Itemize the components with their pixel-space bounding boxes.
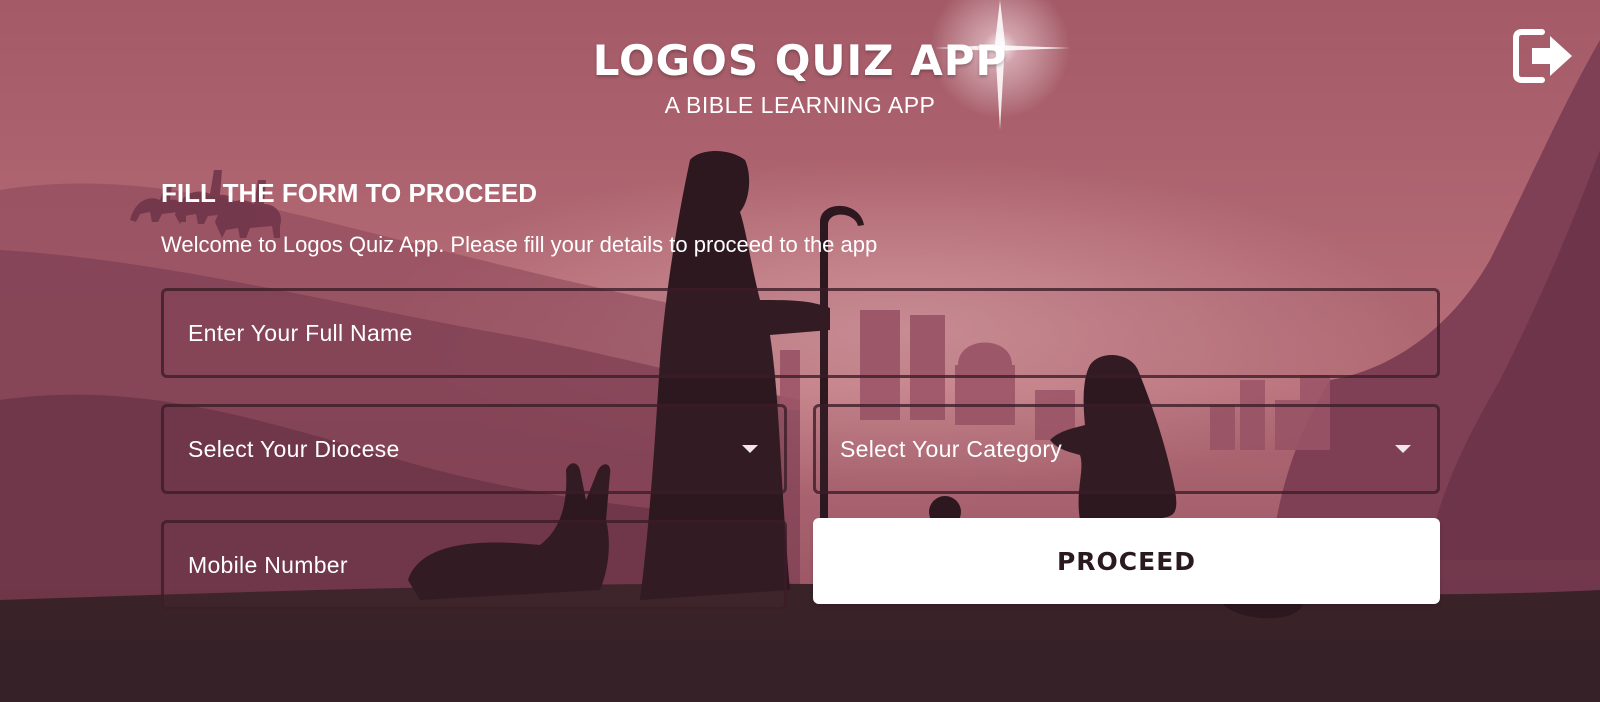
chevron-down-icon [742, 445, 758, 453]
logout-button[interactable] [1512, 26, 1576, 86]
diocese-placeholder: Select Your Diocese [188, 435, 400, 462]
chevron-down-icon [1395, 445, 1411, 453]
category-select[interactable]: Select Your Category [813, 404, 1440, 494]
logout-icon [1513, 29, 1572, 83]
app-title: LOGOS QUIZ APP [592, 36, 1008, 85]
login-screen: LOGOS QUIZ APP A BIBLE LEARNING APP FILL… [0, 0, 1600, 702]
app-subtitle: A BIBLE LEARNING APP [664, 92, 936, 118]
category-placeholder: Select Your Category [840, 435, 1063, 462]
mobile-number-placeholder: Mobile Number [188, 551, 348, 578]
mobile-number-field[interactable]: Mobile Number [161, 520, 787, 610]
form-intro-text: Welcome to Logos Quiz App. Please fill y… [161, 232, 878, 257]
diocese-select[interactable]: Select Your Diocese [161, 404, 787, 494]
form-heading: FILL THE FORM TO PROCEED [161, 178, 538, 208]
full-name-placeholder: Enter Your Full Name [188, 319, 413, 346]
proceed-button[interactable]: PROCEED [813, 518, 1440, 604]
full-name-field[interactable]: Enter Your Full Name [161, 288, 1440, 378]
